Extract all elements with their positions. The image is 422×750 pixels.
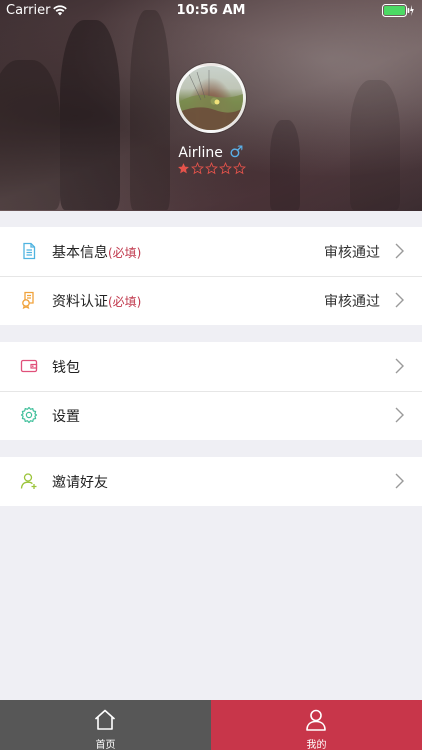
star-outline-icon <box>204 162 218 175</box>
menu-item-basic-info[interactable]: 基本信息(必填) 审核通过 <box>0 227 422 276</box>
required-tag: (必填) <box>108 295 142 309</box>
menu-group-account: 钱包 设置 <box>0 342 422 440</box>
star-outline-icon <box>232 162 246 175</box>
menu-item-invite-friends[interactable]: 邀请好友 <box>0 457 422 506</box>
review-status: 审核通过 <box>324 245 380 261</box>
profile-header: Carrier 10:56 AM Airline ♂ <box>0 0 422 211</box>
chevron-right-icon <box>395 292 404 308</box>
chevron-right-icon <box>395 358 404 374</box>
menu-item-label: 钱包 <box>52 360 80 376</box>
avatar-image <box>179 70 243 130</box>
battery-charging-icon <box>382 4 414 17</box>
menu-item-settings[interactable]: 设置 <box>0 391 422 440</box>
chevron-right-icon <box>395 243 404 259</box>
status-bar: Carrier 10:56 AM <box>0 0 422 22</box>
tab-me[interactable]: 我的 <box>211 700 422 750</box>
add-user-icon <box>20 473 37 489</box>
menu-item-wallet[interactable]: 钱包 <box>0 342 422 391</box>
menu-item-label: 资料认证(必填) <box>52 294 142 310</box>
review-status: 审核通过 <box>324 294 380 310</box>
star-outline-icon <box>190 162 204 175</box>
tab-label: 我的 <box>306 740 327 750</box>
clock-time: 10:56 AM <box>176 3 246 18</box>
home-icon <box>94 709 116 730</box>
chevron-right-icon <box>395 473 404 489</box>
background-tree <box>60 20 120 210</box>
menu-item-certification[interactable]: 资料认证(必填) 审核通过 <box>0 276 422 325</box>
background-tree <box>270 120 300 210</box>
star-outline-icon <box>218 162 232 175</box>
username: Airline <box>178 145 223 161</box>
document-icon <box>23 242 36 260</box>
avatar[interactable] <box>176 63 246 133</box>
username-row: Airline ♂ <box>0 142 422 161</box>
tab-home[interactable]: 首页 <box>0 700 211 750</box>
tab-bar: 首页 我的 <box>0 700 422 750</box>
chevron-right-icon <box>395 407 404 423</box>
person-icon <box>306 709 326 731</box>
menu-group-profile: 基本信息(必填) 审核通过 资料认证(必填) 审核通过 <box>0 227 422 325</box>
menu-item-label: 设置 <box>52 409 80 425</box>
gear-icon <box>20 406 38 424</box>
star-filled-icon <box>177 163 189 174</box>
male-symbol-icon: ♂ <box>229 142 244 161</box>
background-tree <box>130 10 170 210</box>
menu-item-label: 邀请好友 <box>52 475 108 491</box>
menu-group-invite: 邀请好友 <box>0 457 422 506</box>
tab-label: 首页 <box>95 740 116 750</box>
certification-icon <box>22 291 34 309</box>
required-tag: (必填) <box>108 246 142 260</box>
wallet-icon <box>20 359 38 373</box>
rating-stars <box>176 162 246 176</box>
background-tree <box>0 60 60 210</box>
menu-item-label: 基本信息(必填) <box>52 245 142 261</box>
